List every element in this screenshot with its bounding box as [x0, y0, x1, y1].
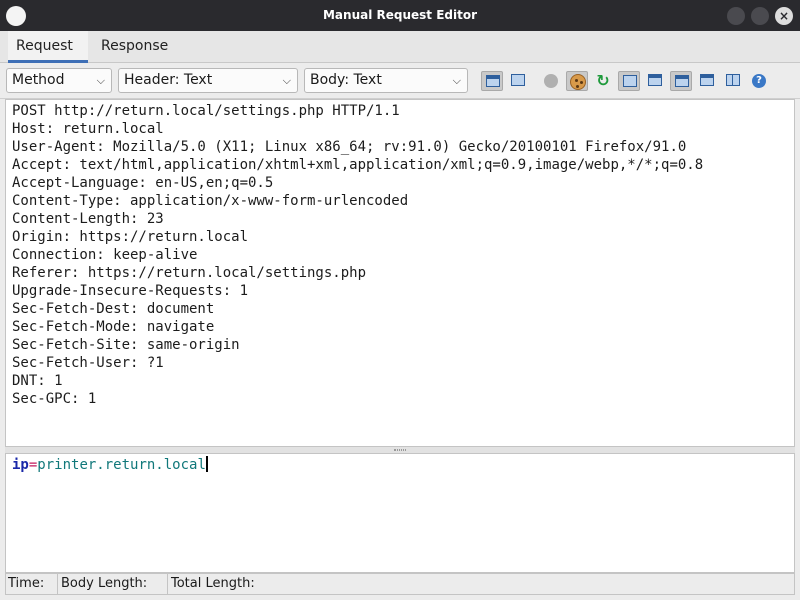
header-line: Host: return.local	[12, 121, 164, 137]
method-select-value: Method	[12, 72, 65, 88]
minimize-button[interactable]	[727, 7, 745, 25]
toolbar: Method ⌵ Header: Text ⌵ Body: Text ⌵ ↻ ?	[0, 63, 800, 99]
header-line: DNT: 1	[12, 373, 63, 389]
header-line: Referer: https://return.local/settings.p…	[12, 265, 367, 281]
status-bar: Time: Body Length: Total Length:	[5, 573, 795, 595]
layout-split-button[interactable]	[481, 71, 503, 91]
header-line: Sec-Fetch-Site: same-origin	[12, 337, 240, 353]
refresh-request-button[interactable]	[644, 71, 666, 91]
tab-bar: Request Response	[0, 31, 800, 63]
header-line: Origin: https://return.local	[12, 229, 249, 245]
headers-panel-icon	[675, 75, 689, 87]
request-header-text: POST http://return.local/settings.php HT…	[12, 102, 703, 408]
request-header-editor[interactable]: POST http://return.local/settings.php HT…	[5, 99, 795, 447]
request-body-line: ip=printer.return.local	[12, 456, 208, 474]
close-icon: ×	[778, 9, 790, 23]
header-select-value: Header: Text	[124, 72, 213, 88]
header-line: Sec-GPC: 1	[12, 391, 97, 407]
title-bar: Manual Request Editor ×	[0, 0, 800, 31]
header-view-select[interactable]: Header: Text ⌵	[118, 68, 298, 93]
split-horizontal-icon	[700, 74, 714, 86]
chevron-down-icon: ⌵	[96, 74, 105, 87]
body-view-select[interactable]: Body: Text ⌵	[304, 68, 468, 93]
window-title: Manual Request Editor	[322, 8, 478, 22]
cookie-icon	[570, 74, 586, 90]
method-select[interactable]: Method ⌵	[6, 68, 112, 93]
header-line: Accept-Language: en-US,en;q=0.5	[12, 175, 274, 191]
fullscreen-button[interactable]	[618, 71, 640, 91]
follow-redirect-button[interactable]: ↻	[592, 71, 614, 91]
help-icon: ?	[752, 74, 766, 88]
status-body-length: Body Length:	[59, 574, 168, 594]
close-button[interactable]: ×	[775, 7, 793, 25]
body-param-value: printer.return.local	[37, 457, 206, 473]
help-button[interactable]: ?	[748, 71, 770, 91]
status-total-length: Total Length:	[171, 576, 255, 591]
fullscreen-icon	[623, 75, 637, 87]
header-line: Connection: keep-alive	[12, 247, 198, 263]
layout-single-icon	[511, 74, 525, 86]
follow-redirect-icon: ↻	[596, 71, 610, 90]
header-line: Sec-Fetch-User: ?1	[12, 355, 164, 371]
request-body-editor[interactable]: ip=printer.return.local	[5, 453, 795, 573]
header-line: Sec-Fetch-Mode: navigate	[12, 319, 215, 335]
maximize-button[interactable]	[751, 7, 769, 25]
stop-button[interactable]	[540, 71, 562, 91]
text-caret	[205, 456, 208, 472]
headers-panel-button[interactable]	[670, 71, 692, 91]
header-line: Accept: text/html,application/xhtml+xml,…	[12, 157, 704, 173]
tab-request[interactable]: Request	[8, 31, 88, 63]
body-select-value: Body: Text	[310, 72, 382, 88]
split-horizontal-button[interactable]	[696, 71, 718, 91]
split-vertical-button[interactable]	[722, 71, 744, 91]
header-line: Content-Length: 23	[12, 211, 164, 227]
header-line: Content-Type: application/x-www-form-url…	[12, 193, 409, 209]
tab-response[interactable]: Response	[93, 31, 183, 63]
refresh-request-icon	[648, 74, 662, 86]
header-line: POST http://return.local/settings.php HT…	[12, 103, 400, 119]
status-time: Time:	[6, 574, 58, 594]
header-line: User-Agent: Mozilla/5.0 (X11; Linux x86_…	[12, 139, 687, 155]
layout-split-icon	[486, 75, 500, 87]
chevron-down-icon: ⌵	[282, 74, 291, 87]
stop-icon	[544, 74, 558, 88]
body-param-key: ip	[12, 457, 29, 473]
splitter-grip-icon	[394, 449, 406, 451]
split-vertical-icon	[726, 74, 740, 86]
header-line: Upgrade-Insecure-Requests: 1	[12, 283, 249, 299]
chevron-down-icon: ⌵	[452, 74, 461, 87]
header-line: Sec-Fetch-Dest: document	[12, 301, 215, 317]
cookie-button[interactable]	[566, 71, 588, 91]
layout-single-button[interactable]	[507, 71, 529, 91]
